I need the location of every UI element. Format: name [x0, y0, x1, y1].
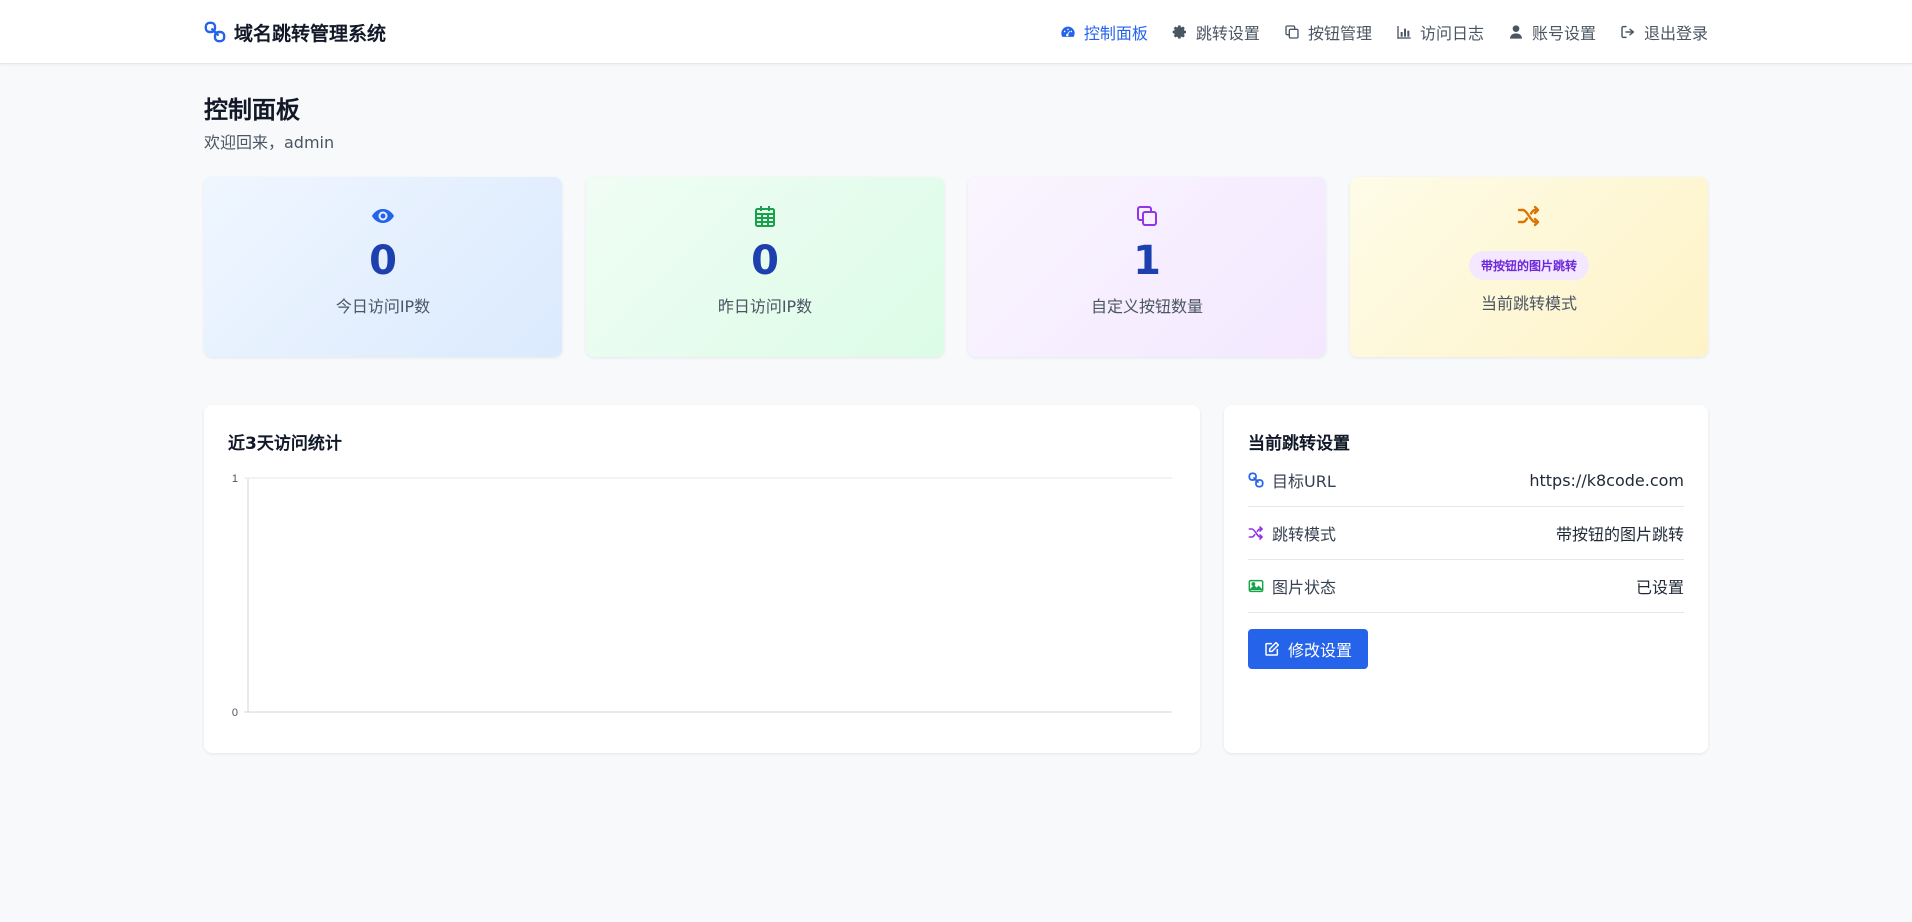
setting-row-target-url: 目标URL https://k8code.com: [1248, 454, 1684, 507]
stat-card-custom-buttons: 1 自定义按钮数量: [968, 177, 1326, 357]
stat-value: 0: [751, 238, 779, 284]
nav-access-log[interactable]: 访问日志: [1396, 20, 1484, 44]
stat-label: 今日访问IP数: [335, 297, 431, 316]
edit-icon: [1265, 641, 1280, 656]
nav-redirect-settings[interactable]: 跳转设置: [1172, 20, 1260, 44]
redirect-mode-value: 带按钮的图片跳转: [1555, 525, 1684, 544]
nav-access-log-label: 访问日志: [1419, 24, 1484, 43]
stat-label: 自定义按钮数量: [1090, 297, 1203, 316]
copy-icon: [1285, 25, 1299, 39]
settings-title: 当前跳转设置: [1248, 434, 1350, 454]
visits-chart: 01: [232, 473, 1172, 719]
image-icon: [1248, 579, 1264, 593]
brand[interactable]: 域名跳转管理系统: [204, 19, 386, 46]
settings-panel: 当前跳转设置 目标URL https://k8code.com 跳转模式 带按钮…: [1224, 405, 1708, 753]
stat-value: 0: [369, 238, 397, 284]
y-tick-label: 1: [232, 473, 238, 485]
y-tick-label: 0: [232, 707, 238, 719]
chart-panel: 近3天访问统计 01: [204, 405, 1200, 753]
gear-icon: [1172, 25, 1186, 39]
stats-row: 0 今日访问IP数 0 昨日访问IP数 1 自定义按钮数量 带按钮的图片跳转 当…: [204, 177, 1708, 357]
shuffle-icon: [1248, 526, 1263, 540]
setting-label: 图片状态: [1272, 578, 1337, 597]
setting-row-redirect-mode: 跳转模式 带按钮的图片跳转: [1248, 507, 1684, 560]
chart-area: 01: [228, 470, 1176, 724]
redirect-mode-badge: 带按钮的图片跳转: [1468, 251, 1589, 280]
shuffle-icon: [1516, 203, 1542, 229]
chart-title: 近3天访问统计: [228, 434, 342, 454]
image-status-value: 已设置: [1635, 578, 1684, 597]
edit-settings-button[interactable]: 修改设置: [1248, 629, 1369, 669]
page-title: 控制面板: [204, 96, 300, 124]
nav-logout[interactable]: 退出登录: [1620, 20, 1708, 44]
nav-redirect-settings-label: 跳转设置: [1195, 24, 1260, 43]
stat-card-redirect-mode: 带按钮的图片跳转 当前跳转模式: [1350, 177, 1708, 357]
sign-out-icon: [1621, 25, 1635, 39]
dashboard-icon: [1061, 26, 1075, 37]
nav-button-management[interactable]: 按钮管理: [1284, 20, 1372, 44]
nav-dashboard[interactable]: 控制面板: [1060, 20, 1148, 44]
nav-account-settings-label: 账号设置: [1531, 24, 1596, 43]
brand-title: 域名跳转管理系统: [234, 22, 387, 45]
stat-label: 当前跳转模式: [1480, 294, 1577, 313]
setting-row-image-status: 图片状态 已设置: [1248, 560, 1684, 613]
calendar-icon: [752, 203, 778, 229]
nav-button-management-label: 按钮管理: [1307, 24, 1372, 43]
top-navbar: 域名跳转管理系统 控制面板 跳转设置 按钮管理 访问日志 账号设置 退出登录: [0, 0, 1912, 64]
nav-logout-label: 退出登录: [1643, 24, 1708, 43]
user-icon: [1509, 25, 1522, 39]
stat-card-yesterday-ip: 0 昨日访问IP数: [586, 177, 944, 357]
setting-label: 跳转模式: [1272, 525, 1337, 544]
bottom-row: 近3天访问统计 01 当前跳转设置 目标URL https://k8code.c…: [204, 405, 1708, 753]
link-icon: [1248, 472, 1264, 488]
stat-card-today-ip: 0 今日访问IP数: [204, 177, 562, 357]
target-url-value: https://k8code.com: [1529, 470, 1684, 490]
nav-account-settings[interactable]: 账号设置: [1508, 20, 1596, 44]
link-icon: [204, 21, 226, 43]
stat-label: 昨日访问IP数: [717, 297, 813, 316]
stat-value: 1: [1133, 238, 1161, 284]
copy-icon: [1134, 203, 1160, 229]
nav-dashboard-label: 控制面板: [1083, 24, 1148, 43]
main-content: 控制面板 欢迎回来，admin 0 今日访问IP数 0 昨日访问IP数 1 自定…: [204, 90, 1708, 753]
welcome-text: 欢迎回来，admin: [204, 133, 335, 152]
edit-settings-label: 修改设置: [1288, 641, 1353, 660]
nav-links: 控制面板 跳转设置 按钮管理 访问日志 账号设置 退出登录: [1060, 20, 1708, 44]
bar-chart-icon: [1397, 26, 1411, 39]
setting-label: 目标URL: [1272, 472, 1336, 491]
eye-icon: [370, 203, 396, 229]
